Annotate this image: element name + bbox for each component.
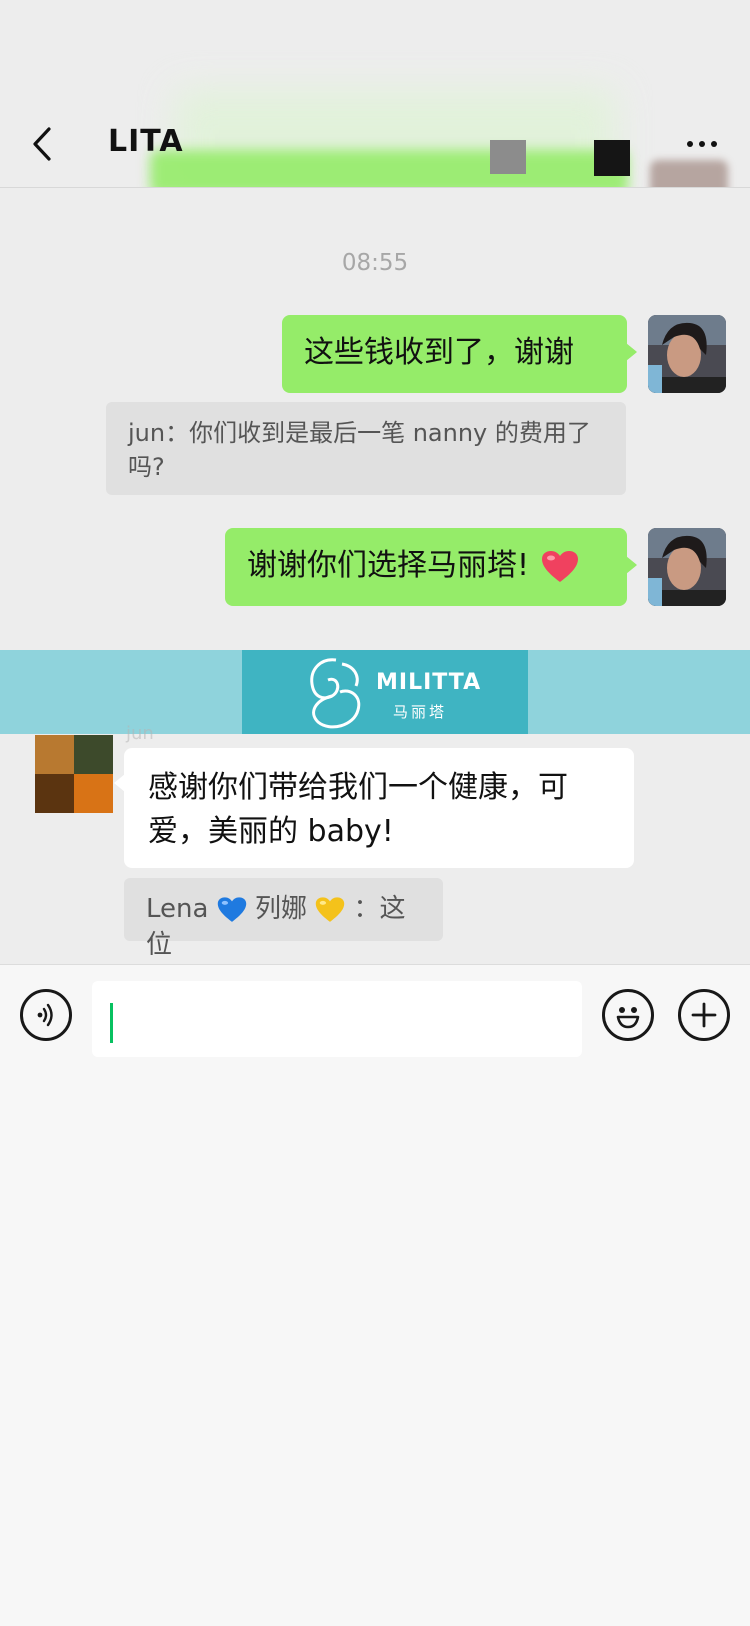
- blurred-avatar: [650, 160, 728, 187]
- contact-avatar[interactable]: [35, 735, 113, 813]
- redaction-block: [594, 140, 630, 176]
- brand-name: MILITTA: [376, 670, 482, 695]
- voice-icon: [37, 1003, 53, 1027]
- voice-button[interactable]: [20, 989, 72, 1041]
- watermark-banner: 09:15 MILITTA 马丽塔: [0, 650, 750, 734]
- red-heart-icon: [541, 550, 578, 582]
- message-text: 感谢你们带给我们一个健康，可爱，美丽的 baby!: [148, 770, 568, 849]
- blurred-message-bubble: [150, 150, 628, 187]
- redaction-block: [490, 140, 526, 174]
- back-button[interactable]: [24, 122, 60, 166]
- chat-header: LITA: [0, 0, 750, 188]
- quoted-sender-name-cn: 列娜: [254, 894, 307, 924]
- quoted-message[interactable]: Lena 列娜 ：这位: [124, 878, 443, 960]
- more-options-button[interactable]: [672, 124, 732, 164]
- text-caret: [110, 1003, 113, 1043]
- portrait-photo: [648, 528, 726, 606]
- message-text: 谢谢你们选择马丽塔!: [247, 548, 530, 583]
- yellow-heart-icon: [316, 896, 345, 922]
- mosaic-avatar-image: [35, 735, 113, 813]
- outgoing-message[interactable]: 这些钱收到了，谢谢: [282, 315, 637, 393]
- message-timestamp: 08:55: [341, 250, 409, 276]
- chat-title: LITA: [108, 124, 184, 159]
- quoted-text: jun：你们收到是最后一笔 nanny 的费用了吗?: [128, 419, 591, 481]
- more-horizontal-icon: [687, 141, 717, 147]
- chevron-left-icon: [33, 127, 51, 161]
- quoted-sender-name: Lena: [146, 894, 209, 924]
- my-avatar[interactable]: [648, 315, 726, 393]
- portrait-photo: [648, 315, 726, 393]
- message-text: 这些钱收到了，谢谢: [304, 335, 574, 370]
- militta-logo-icon: [310, 658, 361, 729]
- message-input[interactable]: [92, 981, 582, 1057]
- blue-heart-icon: [217, 896, 246, 922]
- plus-icon: [691, 1002, 717, 1028]
- quoted-message[interactable]: jun：你们收到是最后一笔 nanny 的费用了吗?: [106, 402, 626, 495]
- emoji-button[interactable]: [602, 989, 654, 1041]
- incoming-message[interactable]: 感谢你们带给我们一个健康，可爱，美丽的 baby!: [114, 748, 634, 868]
- keyboard-area: [0, 1064, 750, 1626]
- my-avatar[interactable]: [648, 528, 726, 606]
- outgoing-message[interactable]: 谢谢你们选择马丽塔!: [225, 528, 637, 606]
- smile-icon: [616, 1007, 640, 1029]
- brand-name-cn: 马丽塔: [393, 703, 448, 721]
- more-functions-button[interactable]: [678, 989, 730, 1041]
- sender-name: jun: [126, 723, 154, 744]
- input-bar: [0, 964, 750, 1064]
